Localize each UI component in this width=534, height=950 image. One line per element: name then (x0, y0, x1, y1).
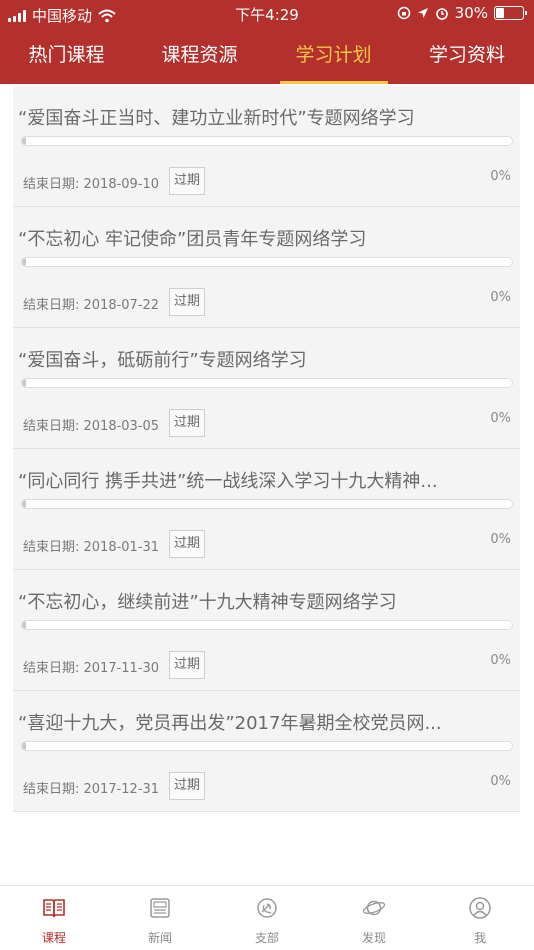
nav-label: 支部 (254, 931, 279, 945)
plan-title: “不忘初心，继续前进”十九大精神专题网络学习 (18, 592, 397, 613)
study-plan-list: “爱国奋斗正当时、建功立业新时代”专题网络学习 结束日期: 2018-09-10… (13, 86, 520, 812)
plan-item[interactable]: “爱国奋斗正当时、建功立业新时代”专题网络学习 结束日期: 2018-09-10… (13, 86, 520, 207)
expired-badge: 过期 (169, 409, 206, 437)
progress-percent: 0% (490, 532, 511, 547)
progress-percent: 0% (490, 411, 511, 426)
tab-study-materials[interactable]: 学习资料 (400, 28, 534, 84)
nav-me[interactable]: 我 (440, 886, 520, 950)
nav-discover[interactable]: 发现 (334, 886, 414, 950)
plan-end-date: 结束日期: 2018-09-10 (23, 177, 160, 192)
progress-bar (21, 136, 513, 146)
progress-bar (21, 378, 513, 388)
plan-item[interactable]: “不忘初心，继续前进”十九大精神专题网络学习 结束日期: 2017-11-30 … (13, 570, 520, 691)
user-icon (469, 897, 491, 919)
tab-label: 热门课程 (28, 44, 105, 66)
newspaper-icon (150, 898, 170, 918)
plan-item[interactable]: “爱国奋斗，砥砺前行”专题网络学习 结束日期: 2018-03-05 过期 0% (13, 328, 520, 449)
plan-end-date: 结束日期: 2017-11-30 (23, 661, 160, 676)
progress-fill (22, 137, 26, 145)
progress-fill (22, 258, 26, 266)
expired-badge: 过期 (169, 288, 206, 316)
nav-label: 我 (473, 931, 486, 945)
tab-label: 学习资料 (428, 44, 505, 66)
progress-bar (21, 620, 513, 630)
tab-study-plan[interactable]: 学习计划 (267, 28, 400, 84)
book-icon (43, 899, 65, 918)
status-right: 30% (397, 4, 527, 22)
planet-icon (362, 900, 386, 916)
progress-fill (22, 379, 26, 387)
progress-bar (21, 257, 513, 267)
expired-badge: 过期 (169, 530, 206, 558)
nav-label: 发现 (361, 931, 386, 945)
progress-percent: 0% (490, 774, 511, 789)
plan-title: “爱国奋斗，砥砺前行”专题网络学习 (18, 350, 307, 371)
tab-label: 学习计划 (295, 44, 372, 66)
alarm-icon (435, 8, 448, 20)
tab-course-resources[interactable]: 课程资源 (133, 28, 266, 84)
progress-percent: 0% (490, 290, 511, 305)
plan-title: “喜迎十九大，党员再出发”2017年暑期全校党员网... (18, 713, 442, 734)
nav-branch[interactable]: 支部 (227, 886, 307, 950)
plan-end-date: 结束日期: 2018-03-05 (23, 419, 160, 434)
plan-title: “爱国奋斗正当时、建功立业新时代”专题网络学习 (18, 108, 415, 129)
plan-end-date: 结束日期: 2018-01-31 (23, 540, 160, 555)
progress-fill (22, 500, 26, 508)
tab-bar: 热门课程 课程资源 学习计划 学习资料 (0, 28, 534, 84)
progress-bar (21, 499, 513, 509)
nav-label: 新闻 (147, 931, 172, 945)
nav-label: 课程 (41, 931, 66, 945)
app-header: 中国移动 下午4:29 30% 热门课程 课程资源 学习计划 学习资料 (0, 0, 534, 84)
bottom-nav: 课程 新闻 支部 发现 我 (0, 885, 534, 950)
progress-fill (22, 621, 26, 629)
party-emblem-icon (257, 898, 277, 918)
plan-title: “不忘初心 牢记使命”团员青年专题网络学习 (18, 229, 367, 250)
nav-news[interactable]: 新闻 (120, 886, 200, 950)
plan-end-date: 结束日期: 2017-12-31 (23, 782, 160, 797)
plan-title: “同心同行 携手共进”统一战线深入学习十九大精神... (18, 471, 438, 492)
plan-item[interactable]: “不忘初心 牢记使命”团员青年专题网络学习 结束日期: 2018-07-22 过… (13, 207, 520, 328)
location-icon (417, 8, 428, 18)
expired-badge: 过期 (169, 651, 206, 679)
expired-badge: 过期 (169, 772, 206, 800)
progress-percent: 0% (490, 169, 511, 184)
battery-percent: 30% (454, 4, 488, 22)
tab-hot-courses[interactable]: 热门课程 (0, 28, 133, 84)
plan-end-date: 结束日期: 2018-07-22 (23, 298, 160, 313)
rotation-lock-icon (397, 6, 410, 20)
active-tab-indicator (279, 81, 388, 84)
nav-courses[interactable]: 课程 (14, 886, 94, 950)
battery-icon (494, 6, 527, 20)
plan-item[interactable]: “同心同行 携手共进”统一战线深入学习十九大精神... 结束日期: 2018-0… (13, 449, 520, 570)
status-bar: 中国移动 下午4:29 30% (0, 0, 534, 28)
expired-badge: 过期 (169, 167, 206, 195)
tab-label: 课程资源 (161, 44, 238, 66)
progress-fill (22, 742, 26, 750)
progress-percent: 0% (490, 653, 511, 668)
plan-item[interactable]: “喜迎十九大，党员再出发”2017年暑期全校党员网... 结束日期: 2017-… (13, 691, 520, 812)
battery-level (496, 8, 504, 18)
progress-bar (21, 741, 513, 751)
